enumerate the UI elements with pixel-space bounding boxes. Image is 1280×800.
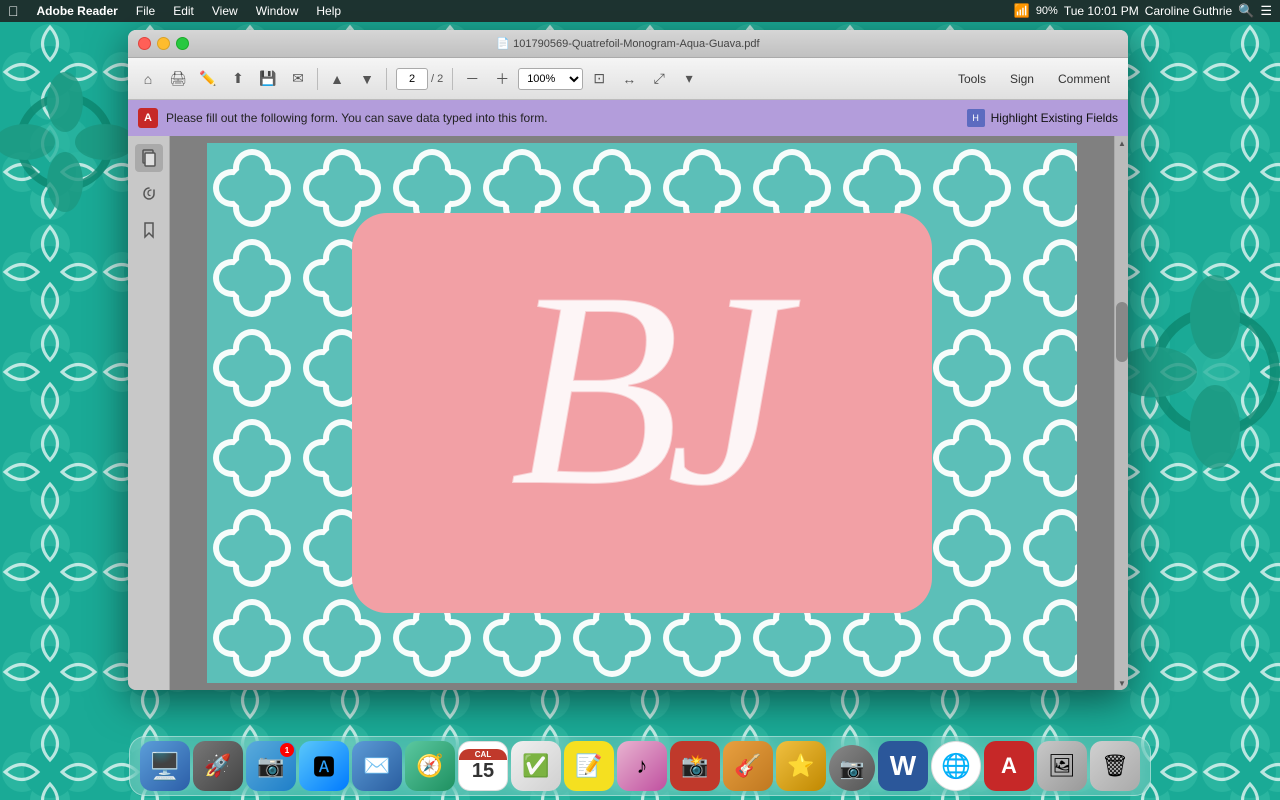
window-title: 📄 101790569-Quatrefoil-Monogram-Aqua-Gua… [496,37,759,50]
toolbar-fit-page-btn[interactable]: ⊡ [585,65,613,93]
zoom-select[interactable]: 100% 75% 125% 150% [518,68,583,90]
toolbar-separator-1 [317,68,318,90]
dock-garageband[interactable]: 🎸 [723,741,773,791]
toolbar-more-btn[interactable]: ▾ [675,65,703,93]
comment-button[interactable]: Comment [1046,68,1122,90]
menubar-items: Adobe Reader File Edit View Window Help [29,2,350,20]
form-message: Please fill out the following form. You … [166,111,959,125]
toolbar-fullscreen-btn[interactable]: ⤢ [645,65,673,93]
toolbar-fit-width-btn[interactable]: ↔ [615,65,643,93]
sidebar-pages-icon[interactable] [135,144,163,172]
toolbar-separator-3 [452,68,453,90]
toolbar-separator-2 [386,68,387,90]
highlight-fields-button[interactable]: Highlight Existing Fields [991,111,1118,125]
adobe-reader-window: 📄 101790569-Quatrefoil-Monogram-Aqua-Gua… [128,30,1128,690]
dock-star[interactable]: ⭐ [776,741,826,791]
toolbar-next-btn[interactable]: ▼ [353,65,381,93]
search-icon[interactable]: 🔍 [1238,3,1254,19]
toolbar-upload-btn[interactable]: ⬆ [224,65,252,93]
menubar-view[interactable]: View [204,2,246,20]
pdf-content-area: BJ BJ [170,136,1114,690]
form-notification-bar: A Please fill out the following form. Yo… [128,100,1128,136]
toolbar-edit-btn[interactable]: ✏️ [194,65,222,93]
right-scrollbar[interactable]: ▲ ▼ [1114,136,1128,690]
toolbar-zoom-in-btn[interactable]: ＋ [488,65,516,93]
menubar-app-name[interactable]: Adobe Reader [29,2,126,20]
sign-button[interactable]: Sign [998,68,1046,90]
form-icon: A [138,108,158,128]
title-bar: 📄 101790569-Quatrefoil-Monogram-Aqua-Gua… [128,30,1128,58]
page-total: 2 [437,73,443,85]
minimize-button[interactable] [157,37,170,50]
page-number-input[interactable] [396,68,428,90]
dock-iphoto-library[interactable]: 🖼 [1037,741,1087,791]
scroll-down-arrow[interactable]: ▼ [1115,676,1128,690]
battery-icon: 90% [1036,5,1058,17]
menubar-file[interactable]: File [128,2,163,20]
dock-app-store[interactable]: 🅰 [299,741,349,791]
menubar:  Adobe Reader File Edit View Window Hel… [0,0,1280,22]
dock-mail[interactable]: ✉️ [352,741,402,791]
menubar-help[interactable]: Help [308,2,349,20]
toolbar-right: Tools Sign Comment [946,68,1122,90]
sidebar-bookmarks-icon[interactable] [135,216,163,244]
dock-word[interactable]: W [878,741,928,791]
toolbar-prev-btn[interactable]: ▲ [323,65,351,93]
list-icon[interactable]: ☰ [1260,3,1272,19]
maximize-button[interactable] [176,37,189,50]
tools-button[interactable]: Tools [946,68,998,90]
menubar-right: 📶 90% Tue 10:01 PM Caroline Guthrie 🔍 ☰ [1014,3,1272,19]
menubar-window[interactable]: Window [248,2,307,20]
dock-camera[interactable]: 📷 [829,745,875,791]
toolbar-print-btn[interactable]: 🖨 [164,65,192,93]
pdf-page: BJ BJ [207,143,1077,683]
dock-stickies[interactable]: 📝 [564,741,614,791]
dock-iphoto[interactable]: 📸 [670,741,720,791]
svg-text:BJ: BJ [509,233,801,544]
left-sidebar [128,136,170,690]
toolbar-mail-btn[interactable]: ✉ [284,65,312,93]
clock: Tue 10:01 PM [1064,4,1139,18]
dock-acrobat[interactable]: A [984,741,1034,791]
form-bar-right: H Highlight Existing Fields [967,109,1118,127]
dock-trash[interactable]: 🗑 [1090,741,1140,791]
desktop:  Adobe Reader File Edit View Window Hel… [0,0,1280,800]
toolbar-zoom-out-btn[interactable]: － [458,65,486,93]
apple-menu-icon[interactable]:  [8,3,19,19]
toolbar-save-btn[interactable]: 💾 [254,65,282,93]
toolbar: ⌂ 🖨 ✏️ ⬆ 💾 ✉ ▲ ▼ / 2 － ＋ 100% 75% 125% 1… [128,58,1128,100]
page-navigation: / 2 [396,68,443,90]
dock-calendar[interactable]: CAL 15 [458,741,508,791]
dock-finder[interactable]: 🖥️ [140,741,190,791]
window-controls [138,37,189,50]
title-filename: 101790569-Quatrefoil-Monogram-Aqua-Guava… [513,38,759,50]
highlight-icon: H [967,109,985,127]
dock: 🖥️ 🚀 📷 1 🅰 ✉️ 🧭 CAL 15 ✅ [129,736,1151,796]
menubar-user: Caroline Guthrie [1145,4,1232,18]
scrollbar-thumb[interactable] [1116,302,1128,362]
pdf-icon: 📄 [496,38,510,50]
dock-reminders[interactable]: ✅ [511,741,561,791]
dock-launchpad[interactable]: 🚀 [193,741,243,791]
dock-itunes[interactable]: ♪ [617,741,667,791]
dock-chrome[interactable]: 🌐 [931,741,981,791]
wifi-icon: 📶 [1014,3,1030,19]
sidebar-attachments-icon[interactable] [135,180,163,208]
close-button[interactable] [138,37,151,50]
dock-photos-library[interactable]: 📷 1 [246,741,296,791]
page-separator: / [431,73,434,85]
menubar-edit[interactable]: Edit [165,2,202,20]
scroll-up-arrow[interactable]: ▲ [1115,136,1128,150]
dock-safari[interactable]: 🧭 [405,741,455,791]
toolbar-home-btn[interactable]: ⌂ [134,65,162,93]
content-area: BJ BJ ▲ ▼ [128,136,1128,690]
